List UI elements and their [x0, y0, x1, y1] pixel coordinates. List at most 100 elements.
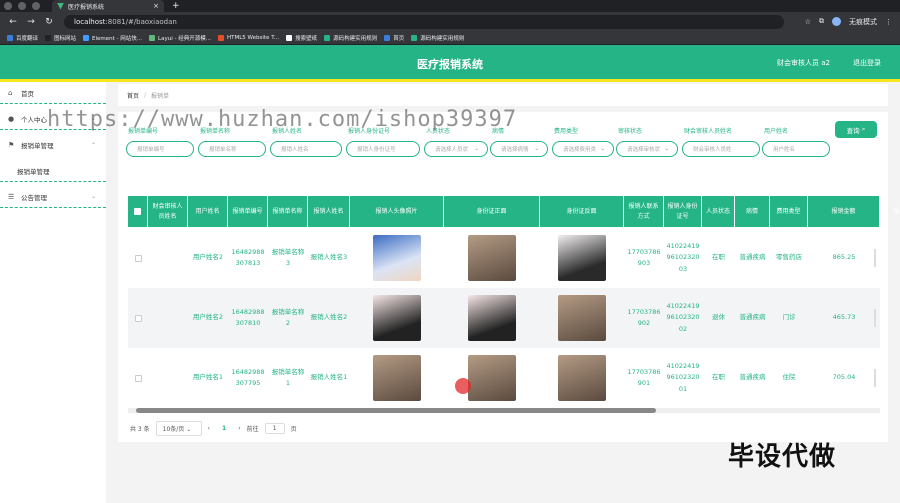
filter-input[interactable]: 财会审核人员姓: [682, 141, 760, 157]
column-header[interactable]: 报销金额: [808, 196, 880, 227]
id-front-photo[interactable]: [468, 235, 516, 281]
cell-illness: 普通疾病: [739, 253, 766, 262]
back-icon[interactable]: ←: [8, 17, 18, 27]
page-size-select[interactable]: 10条/页 ⌄: [155, 421, 202, 436]
bookmark-favicon-icon: [45, 34, 52, 41]
logout-link[interactable]: 退出登录: [853, 58, 881, 68]
id-back-photo[interactable]: [558, 355, 606, 401]
column-header[interactable]: 人员状态: [702, 196, 735, 227]
sidebar-item-notice[interactable]: ☰ 公告管理 ⌄: [0, 186, 106, 208]
operations-button-edge[interactable]: [874, 369, 876, 387]
column-header[interactable]: 身份证正面: [444, 196, 540, 227]
column-header[interactable]: 报销单编号: [228, 196, 268, 227]
photo-cell: [540, 228, 624, 288]
cell-status: 退休: [712, 313, 725, 322]
filter-input[interactable]: 报销单编号: [126, 141, 194, 157]
operations-button-edge[interactable]: [874, 309, 876, 327]
forward-icon[interactable]: →: [26, 17, 36, 27]
scrollbar-thumb[interactable]: [136, 408, 656, 413]
select-all-checkbox[interactable]: [134, 208, 141, 215]
home-icon: ⌂: [8, 88, 13, 97]
id-front-photo[interactable]: [468, 295, 516, 341]
operations-button-edge[interactable]: [874, 249, 876, 267]
sidebar-item-home[interactable]: ⌂ 首页: [0, 82, 106, 104]
filter-input[interactable]: 用户姓名: [762, 141, 830, 157]
bookmark-item[interactable]: Element - 网站快...: [83, 34, 142, 42]
chevron-down-icon: ⌄: [474, 146, 479, 152]
new-tab-icon[interactable]: +: [172, 1, 180, 11]
profile-avatar[interactable]: [832, 17, 841, 26]
filter-select[interactable]: 请选择人员状 ⌄: [424, 141, 488, 157]
bookmark-item[interactable]: 源码构建实用规则: [324, 34, 377, 42]
cell-name: 报销单名称1: [271, 367, 305, 387]
browser-menu-icon[interactable]: ⋮: [885, 18, 892, 26]
table-row[interactable]: 用户姓名2 16482988307813 报销单名称3 报销人姓名3 177037869…: [128, 228, 880, 288]
bookmark-favicon-icon: [217, 34, 224, 41]
filter-select[interactable]: 请选择病情 ⌄: [490, 141, 548, 157]
filter-select[interactable]: 请选择费用类 ⌄: [552, 141, 614, 157]
bookmark-label: Layui - 经典开源模...: [158, 35, 211, 42]
avatar-photo[interactable]: [373, 355, 421, 401]
filter-select[interactable]: 请选择审核状 ⌄: [616, 141, 678, 157]
bookmark-item[interactable]: Layui - 经典开源模...: [149, 34, 211, 42]
column-header[interactable]: 病情: [735, 196, 770, 227]
bookmark-star-icon[interactable]: ☆: [805, 18, 811, 26]
sidebar-subitem-claims[interactable]: 报销单管理: [0, 160, 106, 182]
row-checkbox[interactable]: [134, 254, 142, 262]
bookmark-label: 百度翻译: [16, 35, 39, 42]
browser-tab[interactable]: 医疗报销系统 ×: [52, 0, 164, 12]
bookmark-item[interactable]: 图标网站: [45, 34, 76, 42]
sidebar-item-profile[interactable]: ● 个人中心 ⌄: [0, 108, 106, 130]
column-header[interactable]: 报销人头像照片: [350, 196, 444, 227]
column-header[interactable]: 报销人姓名: [308, 196, 350, 227]
bookmark-item[interactable]: 搜索壁纸: [286, 34, 317, 42]
row-checkbox[interactable]: [134, 374, 142, 382]
column-header[interactable]: 报销人联系方式: [624, 196, 664, 227]
column-header[interactable]: 用户姓名: [188, 196, 228, 227]
column-header[interactable]: 财会审核人员姓名: [148, 196, 188, 227]
chevron-up-icon: ⌃: [90, 141, 96, 149]
table-header: 财会审核人员姓名 用户姓名 报销单编号 报销单名称 报销人姓名 报销人头像照片 身份证正面身…: [128, 196, 900, 227]
search-button[interactable]: 查询 ⌕: [835, 121, 877, 138]
column-header[interactable]: 费用类型: [770, 196, 808, 227]
next-page-icon[interactable]: ›: [238, 425, 240, 432]
breadcrumb-home[interactable]: 首页: [127, 91, 139, 100]
window-tab-icon[interactable]: [32, 2, 40, 10]
id-front-photo[interactable]: [468, 355, 516, 401]
url-field[interactable]: localhost:8081/#/baoxiaodan: [64, 14, 784, 29]
row-select-cell: [128, 228, 148, 288]
avatar-photo[interactable]: [373, 235, 421, 281]
id-back-photo[interactable]: [558, 235, 606, 281]
chevron-down-icon: ⌄: [664, 146, 669, 152]
column-header[interactable]: 操作: [880, 196, 900, 227]
filter-input[interactable]: 报销单名称: [198, 141, 266, 157]
reload-icon[interactable]: ↻: [44, 17, 54, 27]
goto-page-input[interactable]: 1: [264, 423, 285, 434]
table-row[interactable]: 用户姓名2 16482988307810 报销单名称2 报销人姓名2 177037869…: [128, 288, 880, 348]
url-path: :8081/#/baoxiaodan: [105, 17, 177, 26]
id-back-photo[interactable]: [558, 295, 606, 341]
bookmark-item[interactable]: HTML5 Website T...: [217, 34, 279, 41]
filter-input[interactable]: 报销人身份证号: [346, 141, 420, 157]
bookmark-item[interactable]: 百度翻译: [7, 34, 38, 42]
table-row[interactable]: 用户姓名1 16482988307795 报销单名称1 报销人姓名1 177037869…: [128, 348, 880, 408]
column-header[interactable]: 报销单名称: [268, 196, 308, 227]
column-header[interactable]: 身份证反面: [540, 196, 624, 227]
row-checkbox[interactable]: [134, 314, 142, 322]
profile-label[interactable]: 无痕模式: [849, 17, 877, 27]
extensions-icon[interactable]: ⧉: [819, 17, 824, 26]
window-menu-icon[interactable]: [4, 2, 12, 10]
filter-input[interactable]: 报销人姓名: [270, 141, 342, 157]
current-page[interactable]: 1: [222, 425, 226, 432]
sidebar-item-claims[interactable]: ⚑ 报销单管理 ⌃: [0, 134, 106, 156]
avatar-photo[interactable]: [373, 295, 421, 341]
prev-page-icon[interactable]: ‹: [208, 425, 210, 432]
bookmark-item[interactable]: 源码构建实用规则: [411, 34, 464, 42]
bookmark-item[interactable]: 首页: [384, 34, 404, 42]
column-header[interactable]: 报销人身份证号: [664, 196, 702, 227]
window-search-icon[interactable]: [18, 2, 26, 10]
cell-user: 用户姓名2: [192, 253, 224, 262]
close-tab-icon[interactable]: ×: [153, 2, 159, 10]
horizontal-scrollbar[interactable]: [128, 408, 880, 413]
filter-placeholder: 报销单编号: [137, 147, 165, 153]
